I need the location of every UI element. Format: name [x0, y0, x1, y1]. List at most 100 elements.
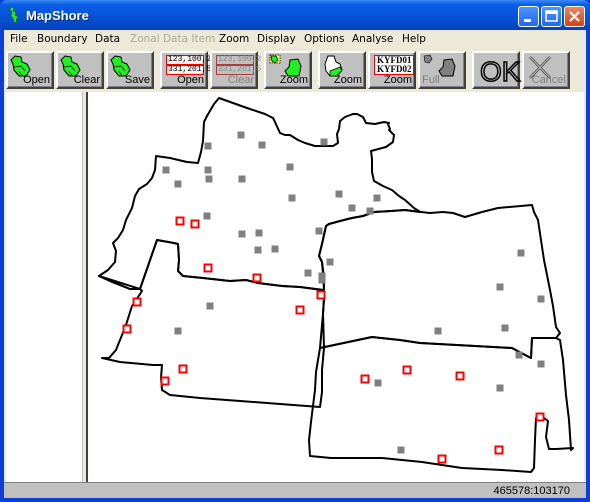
zoom-code-icon: KYFD01 KYFD02	[374, 55, 414, 75]
menu-zoom[interactable]: Zoom	[219, 33, 249, 45]
grey-point-marker	[496, 384, 504, 392]
grey-point-marker	[315, 227, 323, 235]
red-point-marker	[160, 376, 170, 386]
zoom-area-button[interactable]: Zoom	[264, 51, 312, 89]
grey-point-marker	[238, 175, 246, 183]
menu-boundary[interactable]: Boundary	[37, 33, 88, 45]
cancel-button: Cancel	[522, 51, 570, 89]
zone-boundary-north[interactable]	[98, 97, 421, 291]
grey-point-marker	[537, 360, 545, 368]
red-point-marker	[252, 273, 262, 283]
icon-text-line: 123,100,2	[216, 55, 262, 65]
icon-text-line: 123,100,2	[166, 55, 212, 65]
grey-point-marker	[515, 351, 523, 359]
app-window: MapShore File Boundary Data Zonal Data I…	[0, 0, 590, 502]
app-logo-icon	[9, 6, 19, 24]
data-open-button[interactable]: 123,100,2 331,201,5 Open	[160, 51, 212, 89]
grey-point-marker	[374, 379, 382, 387]
data-table-icon: 123,100,2 331,201,5	[216, 55, 262, 75]
grey-point-marker	[348, 204, 356, 212]
boundary-save-button[interactable]: Save	[106, 51, 154, 89]
close-icon	[569, 11, 580, 22]
boundary-clear-button[interactable]: Clear	[56, 51, 104, 89]
icon-text-line: KYFD02	[377, 64, 412, 74]
zoom-code-button[interactable]: KYFD01 KYFD02 Zoom	[368, 51, 416, 89]
red-point-marker	[494, 445, 504, 455]
grey-point-marker	[304, 269, 312, 277]
red-point-marker	[360, 374, 370, 384]
ok-button[interactable]: OK	[472, 51, 521, 89]
grey-point-marker	[288, 194, 296, 202]
zone-boundary-east[interactable]	[318, 204, 561, 359]
red-point-marker	[175, 216, 185, 226]
grey-point-marker	[318, 276, 326, 284]
button-label: Clear	[227, 74, 254, 86]
grey-point-marker	[320, 138, 328, 146]
grey-point-marker	[326, 258, 334, 266]
cursor-coordinates: 465578:103170	[493, 485, 570, 497]
ok-icon: OK	[479, 55, 521, 88]
window-frame-right	[586, 30, 590, 502]
grey-point-marker	[162, 166, 170, 174]
grey-point-marker	[204, 166, 212, 174]
red-point-marker	[203, 263, 213, 273]
grey-point-marker	[517, 249, 525, 257]
grey-point-marker	[366, 207, 374, 215]
status-bar: 465578:103170	[4, 482, 586, 498]
button-label: Full	[422, 74, 440, 86]
red-point-marker	[437, 454, 447, 464]
grey-point-marker	[434, 327, 442, 335]
zoom-full-button: Full	[418, 51, 466, 89]
menu-analyse[interactable]: Analyse	[352, 33, 393, 45]
grey-point-marker	[254, 246, 262, 254]
title-bar[interactable]: MapShore	[0, 0, 590, 30]
map-svg	[98, 97, 574, 473]
red-point-marker	[132, 297, 142, 307]
button-label: Save	[124, 74, 150, 86]
button-label: Zoom	[279, 74, 308, 86]
red-point-marker	[402, 365, 412, 375]
close-button[interactable]	[564, 6, 585, 27]
data-points	[122, 131, 545, 464]
menu-file[interactable]: File	[10, 33, 28, 45]
menu-bar: File Boundary Data Zonal Data Item Zoom …	[4, 30, 586, 48]
minimize-button[interactable]	[518, 6, 539, 27]
zoom-zone-button[interactable]: Zoom	[318, 51, 366, 89]
button-label: Zoom	[333, 74, 362, 86]
maximize-button[interactable]	[541, 6, 562, 27]
red-point-marker	[535, 412, 545, 422]
window-title: MapShore	[26, 8, 89, 23]
red-point-marker	[455, 371, 465, 381]
legend-panel	[6, 92, 82, 482]
maximize-icon	[545, 10, 558, 22]
grey-point-marker	[496, 283, 504, 291]
grey-point-marker	[203, 212, 211, 220]
button-label: Zoom	[383, 74, 412, 86]
menu-help[interactable]: Help	[402, 33, 426, 45]
grey-point-marker	[271, 245, 279, 253]
map-canvas[interactable]	[88, 92, 584, 482]
grey-point-marker	[286, 163, 294, 171]
data-table-icon: 123,100,2 331,201,5	[166, 55, 212, 75]
grey-point-marker	[501, 324, 509, 332]
boundary-open-button[interactable]: Open	[6, 51, 54, 89]
toolbar: Open Clear Save 123,100,2 331,201,5 Open…	[4, 48, 586, 92]
menu-data[interactable]: Data	[95, 33, 120, 45]
window-frame-bottom	[0, 498, 590, 502]
minimize-icon	[524, 19, 531, 22]
button-label: Open	[23, 74, 50, 86]
red-point-marker	[178, 364, 188, 374]
menu-display[interactable]: Display	[257, 33, 296, 45]
menu-options[interactable]: Options	[304, 33, 345, 45]
red-point-marker	[190, 219, 200, 229]
grey-point-marker	[397, 446, 405, 454]
button-label: Open	[177, 74, 204, 86]
grey-point-marker	[174, 180, 182, 188]
button-label: Clear	[73, 74, 100, 86]
button-label: Cancel	[531, 74, 566, 86]
grey-point-marker	[238, 230, 246, 238]
zone-boundary-south[interactable]	[308, 336, 574, 473]
grey-point-marker	[206, 302, 214, 310]
client-area: File Boundary Data Zonal Data Item Zoom …	[4, 30, 586, 498]
menu-zonal-data-item: Zonal Data Item	[130, 33, 216, 45]
